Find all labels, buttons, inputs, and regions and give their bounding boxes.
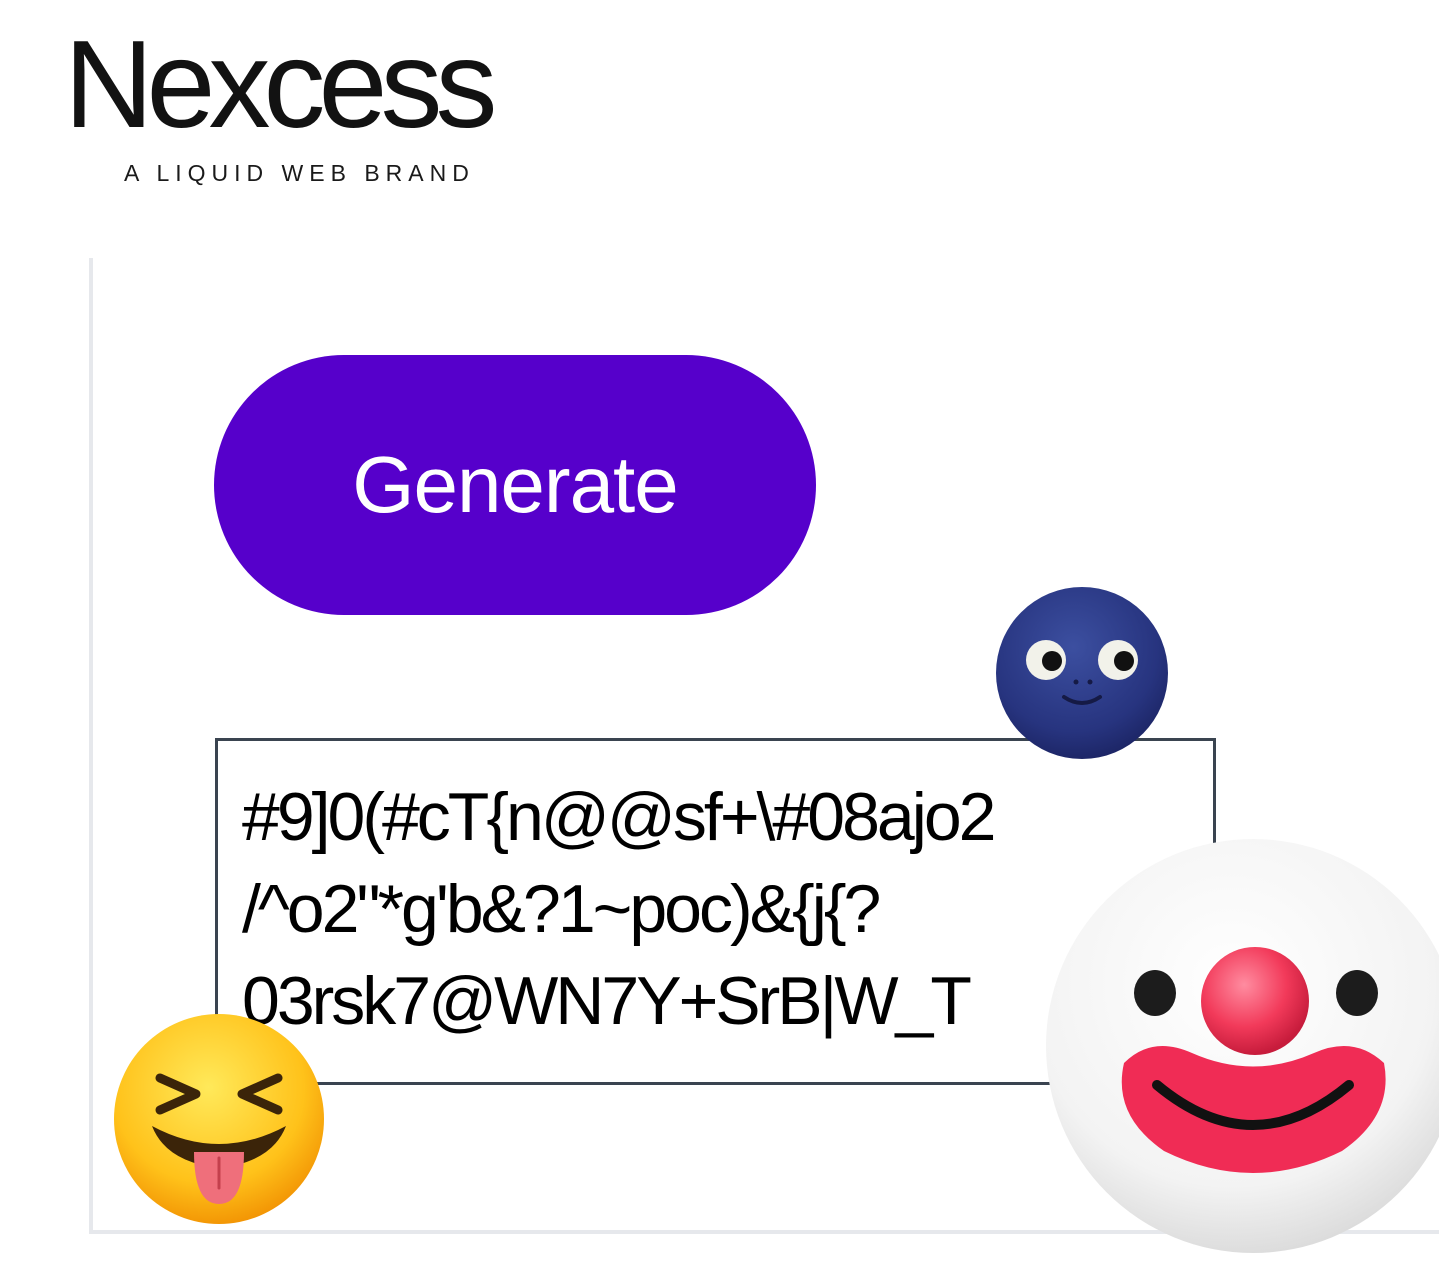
squinting-face-with-tongue-emoji-icon: [112, 1012, 326, 1226]
page: Nexcess A LIQUID WEB BRAND Generate #9]0…: [0, 0, 1439, 1288]
nexcess-logo[interactable]: Nexcess A LIQUID WEB BRAND: [64, 10, 564, 200]
clown-face-emoji-icon: [1042, 835, 1439, 1257]
new-moon-face-emoji-icon: [994, 585, 1170, 761]
logo-wordmark: Nexcess: [64, 16, 497, 154]
logo-tagline: A LIQUID WEB BRAND: [124, 160, 475, 186]
generate-button[interactable]: Generate: [214, 355, 816, 615]
